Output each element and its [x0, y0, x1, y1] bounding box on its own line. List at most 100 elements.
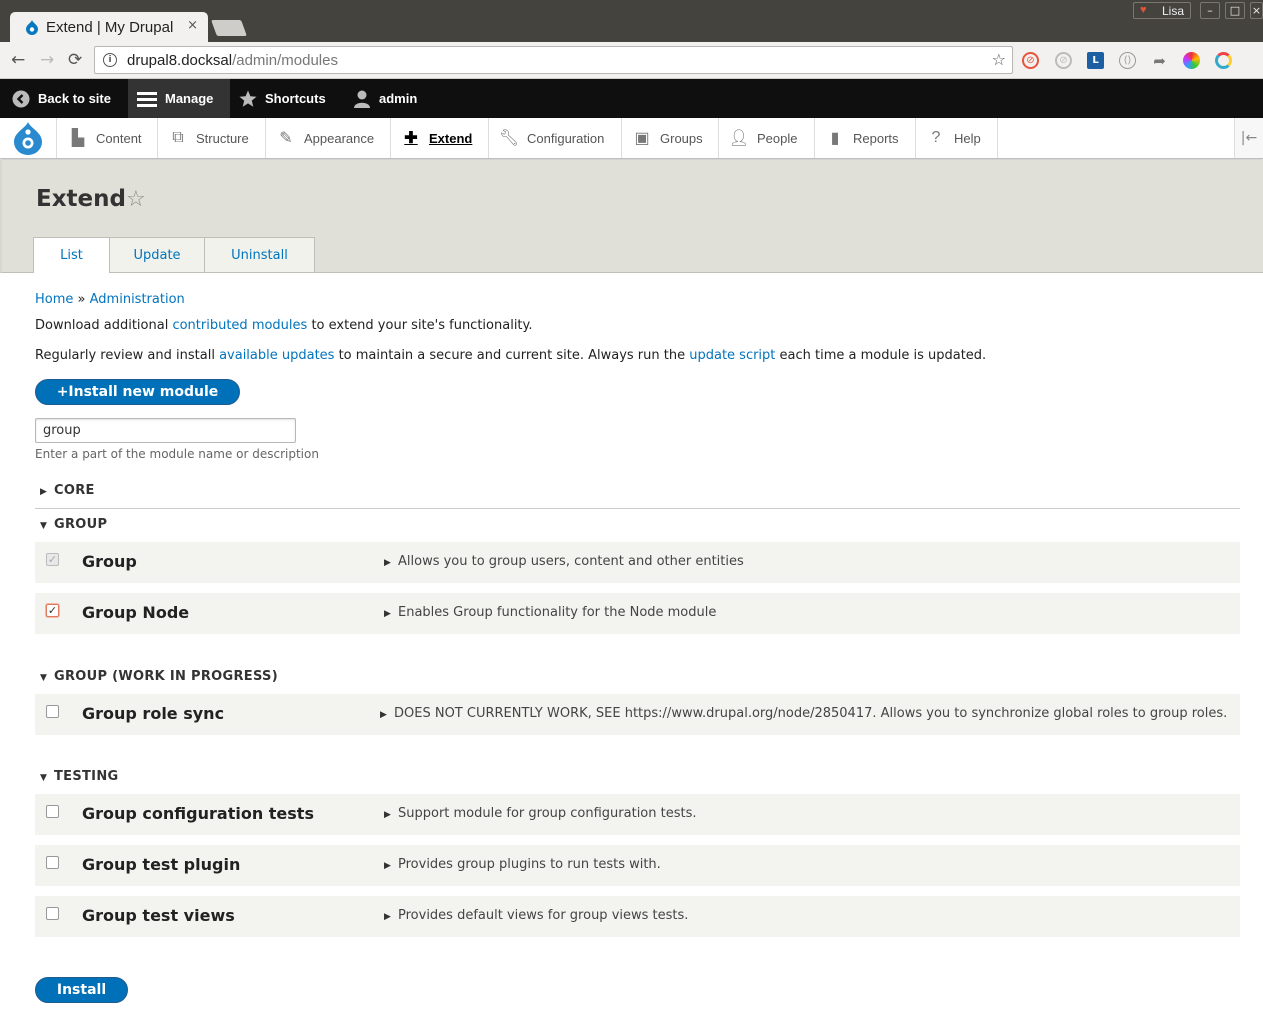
module-row-group-configuration-tests: Group configuration tests ▶ Support modul… — [35, 794, 1240, 835]
update-script-link[interactable]: update script — [689, 348, 775, 363]
extension-icon[interactable]: ⊘ — [1055, 52, 1072, 69]
maximize-button[interactable]: □ — [1225, 2, 1245, 19]
extension-icon[interactable]: ➦ — [1151, 52, 1168, 70]
breadcrumb-separator: » — [77, 292, 86, 307]
module-name: Group test views — [82, 906, 235, 925]
tab-uninstall[interactable]: Uninstall — [205, 237, 315, 272]
install-new-module-button[interactable]: +Install new module — [35, 379, 240, 405]
new-tab-button[interactable] — [211, 20, 247, 36]
triangle-right-icon: ▶ — [384, 558, 391, 568]
module-name: Group test plugin — [82, 855, 241, 874]
profile-button[interactable]: ♥ Lisa — [1133, 2, 1191, 19]
back-to-site-link[interactable]: Back to site — [12, 79, 111, 118]
manage-toggle[interactable]: Manage — [128, 79, 230, 118]
section-core-toggle[interactable]: ▶ CORE — [40, 483, 95, 498]
address-bar[interactable]: i drupal8.docksal/admin/modules ☆ — [94, 46, 1013, 74]
admin-toolbar: Back to site Manage Shortcuts admin — [0, 79, 1263, 118]
minimize-button[interactable]: – — [1200, 2, 1220, 19]
available-updates-link[interactable]: available updates — [219, 348, 334, 363]
extension-icon[interactable]: L — [1087, 52, 1104, 69]
extension-icon[interactable]: ⊘ — [1022, 52, 1039, 69]
module-description-toggle[interactable]: ▶ DOES NOT CURRENTLY WORK, SEE https://ww… — [380, 706, 1227, 721]
tray-item-label: Configuration — [527, 130, 605, 146]
user-icon — [354, 90, 370, 108]
tray-item-people[interactable]: 👤︎ People — [719, 118, 815, 158]
tray-item-help[interactable]: ? Help — [916, 118, 998, 158]
tab-update[interactable]: Update — [110, 237, 205, 272]
color-picker-extension-icon[interactable] — [1183, 52, 1200, 69]
drupal-logo[interactable] — [0, 118, 57, 158]
section-title: GROUP — [54, 517, 108, 532]
triangle-right-icon: ▶ — [380, 710, 387, 720]
breadcrumb-administration-link[interactable]: Administration — [90, 292, 185, 307]
paintbrush-icon: ✎ — [279, 130, 293, 147]
drupal-drop-icon — [14, 122, 42, 155]
module-checkbox[interactable]: ✓ — [46, 604, 59, 617]
text: each time a module is updated. — [775, 348, 987, 363]
section-wip-toggle[interactable]: ▼ GROUP (WORK IN PROGRESS) — [40, 669, 278, 684]
tray-item-reports[interactable]: ▮ Reports — [815, 118, 916, 158]
page-title: Extend — [36, 186, 126, 212]
module-checkbox[interactable] — [46, 805, 59, 818]
primary-tabs: List Update Uninstall — [33, 237, 315, 273]
bar-chart-icon: ▮ — [830, 130, 840, 147]
tray-item-label: Extend — [429, 130, 473, 146]
tray-item-appearance[interactable]: ✎ Appearance — [266, 118, 391, 158]
tray-item-extend[interactable]: ✚ Extend — [391, 118, 489, 158]
profile-icon: ♥ — [1140, 4, 1147, 16]
module-checkbox[interactable] — [46, 705, 59, 718]
forward-icon[interactable]: → — [40, 50, 54, 70]
section-testing-toggle[interactable]: ▼ TESTING — [40, 769, 118, 784]
hamburger-icon — [137, 91, 157, 107]
contributed-modules-link[interactable]: contributed modules — [172, 318, 307, 333]
tray-item-label: Appearance — [304, 130, 375, 146]
tray-item-label: Structure — [196, 130, 249, 146]
user-toggle[interactable]: admin — [353, 79, 417, 118]
tray-orientation-toggle-icon[interactable]: |← — [1234, 118, 1263, 158]
filter-description: Enter a part of the module name or descr… — [35, 447, 319, 461]
text: Download additional — [35, 318, 173, 333]
module-row-group: ✓ Group ▶ Allows you to group users, cont… — [35, 542, 1240, 583]
shortcuts-label: Shortcuts — [265, 91, 326, 106]
breadcrumb: Home » Administration — [35, 292, 185, 307]
tab-close-icon[interactable]: × — [187, 18, 198, 33]
page-header: Extend ☆ List Update Uninstall — [0, 160, 1263, 273]
module-name: Group — [82, 552, 137, 571]
extension-icon[interactable] — [1215, 52, 1232, 69]
tray-item-configuration[interactable]: 🔧︎ Configuration — [489, 118, 622, 158]
tray-item-content[interactable]: ▙ Content — [58, 118, 158, 158]
close-window-button[interactable]: × — [1250, 2, 1263, 19]
module-name: Group configuration tests — [82, 804, 314, 823]
shortcuts-toggle[interactable]: Shortcuts — [239, 79, 326, 118]
groups-icon: ▣ — [634, 130, 650, 147]
module-description-toggle[interactable]: ▶ Provides default views for group views … — [384, 908, 688, 923]
browser-tab[interactable]: Extend | My Drupal × — [10, 12, 208, 42]
section-title: GROUP (WORK IN PROGRESS) — [54, 669, 278, 684]
module-row-group-role-sync: Group role sync ▶ DOES NOT CURRENTLY WORK… — [35, 694, 1240, 735]
module-checkbox[interactable] — [46, 856, 59, 869]
reload-icon[interactable]: ⟳ — [68, 50, 82, 70]
section-group-toggle[interactable]: ▼ GROUP — [40, 517, 107, 532]
install-button[interactable]: Install — [35, 977, 128, 1003]
module-description-toggle[interactable]: ▶ Support module for group configuration … — [384, 806, 697, 821]
module-description-toggle[interactable]: ▶ Enables Group functionality for the Nod… — [384, 605, 716, 620]
triangle-down-icon: ▼ — [40, 773, 48, 783]
add-shortcut-star-icon[interactable]: ☆ — [126, 187, 146, 212]
bookmark-star-icon[interactable]: ☆ — [992, 50, 1006, 69]
info-icon[interactable]: i — [103, 53, 117, 67]
tab-list[interactable]: List — [33, 237, 110, 273]
text: to extend your site's functionality. — [307, 318, 533, 333]
admin-menu-tray: ▙ Content ⧉ Structure ✎ Appearance ✚ Ext… — [0, 118, 1263, 159]
breadcrumb-home-link[interactable]: Home — [35, 292, 73, 307]
back-icon[interactable]: ← — [11, 50, 25, 70]
tray-item-structure[interactable]: ⧉ Structure — [158, 118, 266, 158]
module-description-toggle[interactable]: ▶ Provides group plugins to run tests wit… — [384, 857, 661, 872]
text: Regularly review and install — [35, 348, 220, 363]
triangle-down-icon: ▼ — [40, 521, 48, 531]
module-filter-input[interactable] — [35, 418, 296, 443]
module-description-toggle[interactable]: ▶ Allows you to group users, content and … — [384, 554, 744, 569]
tray-item-groups[interactable]: ▣ Groups — [622, 118, 719, 158]
extension-icon[interactable]: ⟨⟩ — [1119, 52, 1136, 69]
module-description: Allows you to group users, content and o… — [398, 554, 744, 569]
module-checkbox[interactable] — [46, 907, 59, 920]
